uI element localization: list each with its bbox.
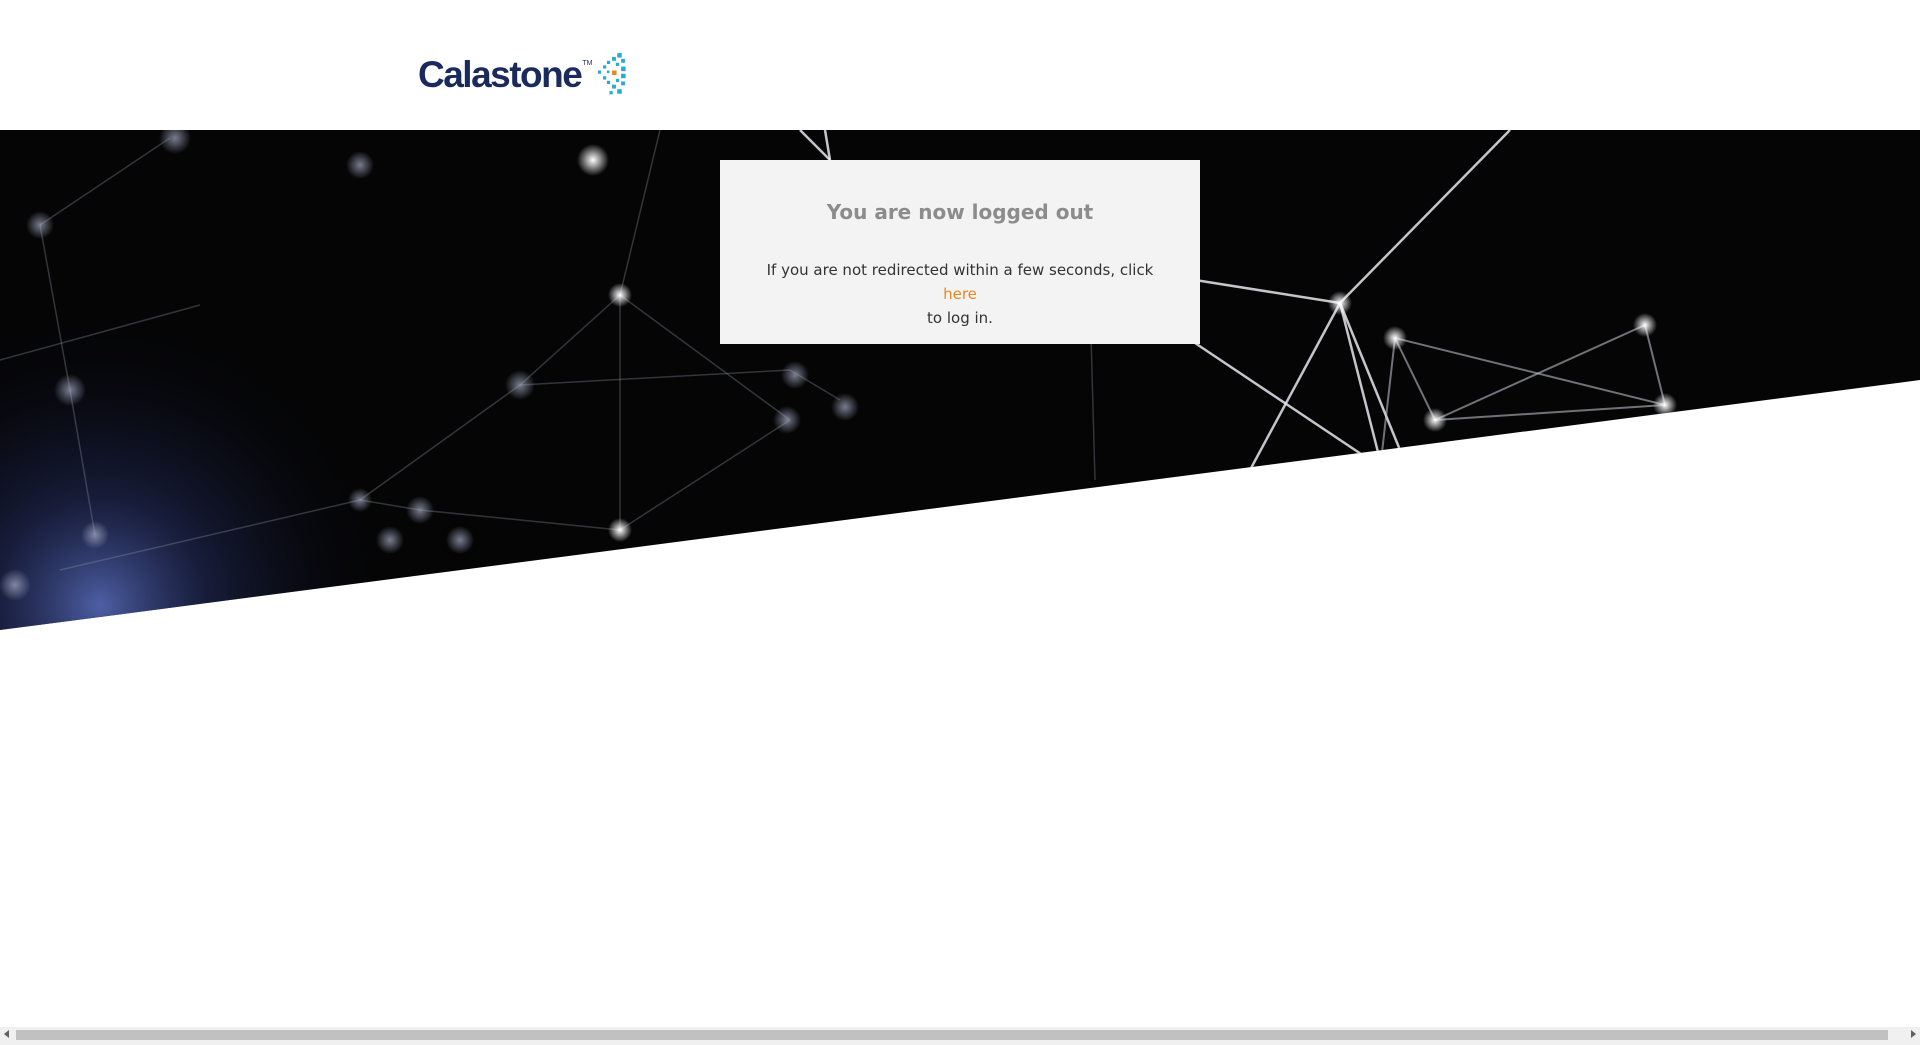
scroll-left-arrow-icon[interactable]	[4, 1030, 9, 1038]
logout-message: If you are not redirected within a few s…	[750, 258, 1170, 330]
login-here-link[interactable]: here	[943, 285, 977, 303]
scroll-right-arrow-icon[interactable]	[1911, 1030, 1916, 1038]
logo-wordmark: Calastone	[418, 54, 583, 95]
logout-message-before: If you are not redirected within a few s…	[766, 261, 1154, 279]
horizontal-scrollbar[interactable]	[0, 1027, 1920, 1045]
calastone-logo[interactable]: Calastone TM	[418, 38, 628, 112]
page-header: Calastone TM	[0, 0, 1920, 130]
logout-title: You are now logged out	[826, 200, 1094, 224]
logout-card: You are now logged out If you are not re…	[720, 160, 1200, 344]
logout-message-after: to log in.	[927, 309, 993, 327]
calastone-cube-mark-icon	[598, 53, 627, 95]
logo-trademark: TM	[582, 60, 593, 67]
scrollbar-thumb[interactable]	[16, 1030, 1888, 1040]
